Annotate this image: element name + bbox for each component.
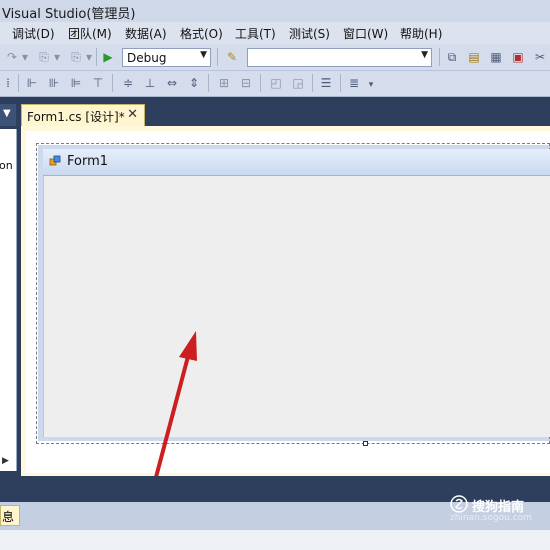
find-combo[interactable]: ▼	[247, 48, 432, 67]
solution-config-value: Debug	[127, 51, 167, 65]
solution-config-select[interactable]: Debug ▼	[122, 48, 211, 67]
layout-toolbar: ⁞ ⊩ ⊪ ⊫ ⊤ ≑ ⊥ ⇔ ⇕ ⊞ ⊟ ◰ ◲ ☰ ≣ ▾	[0, 71, 550, 97]
chevron-down-icon: ▼	[421, 50, 428, 60]
redo-icon[interactable]: ↷	[4, 49, 20, 65]
toolbox-header[interactable]: ▼	[0, 104, 16, 126]
scroll-right-icon[interactable]: ▶	[2, 456, 9, 466]
output-tab-label: 息	[2, 510, 15, 524]
toolbar-separator	[18, 74, 19, 92]
menu-help[interactable]: 帮助(H)	[400, 25, 442, 42]
menu-data[interactable]: 数据(A)	[125, 25, 167, 42]
align-rights-icon[interactable]: ⊫	[68, 75, 84, 91]
toolbar-separator	[208, 74, 209, 92]
chevron-down-icon: ▼	[200, 50, 207, 60]
align-centers-icon[interactable]: ⊪	[46, 75, 62, 91]
toolbar-options-icon[interactable]: ▾	[366, 77, 376, 93]
make-same-height-icon[interactable]: ⇕	[186, 75, 202, 91]
properties-icon[interactable]: ▤	[466, 49, 482, 65]
bring-to-front-icon[interactable]: ◰	[268, 75, 284, 91]
navigate-forward-icon[interactable]: ⎘	[68, 49, 84, 65]
toolbar-separator	[340, 74, 341, 92]
send-to-back-icon[interactable]: ◲	[290, 75, 306, 91]
extension-manager-icon[interactable]: ✂	[532, 49, 548, 65]
tab-form1-design[interactable]: Form1.cs [设计]* ✕	[21, 104, 145, 126]
close-icon[interactable]: ✕	[127, 107, 138, 122]
sogou-logo-icon	[450, 495, 468, 513]
toolbar-separator	[312, 74, 313, 92]
start-debugging-icon[interactable]: ▶	[100, 49, 116, 65]
toolbar-separator	[439, 48, 440, 66]
forward-dropdown-icon[interactable]: ▾	[84, 49, 94, 65]
navigate-back-icon[interactable]: ⎘	[36, 49, 52, 65]
toolbar-separator	[112, 74, 113, 92]
menu-format[interactable]: 格式(O)	[180, 25, 223, 42]
tab-label: Form1.cs [设计]*	[27, 110, 125, 124]
redo-dropdown-icon[interactable]: ▾	[20, 49, 30, 65]
toolbox-icon[interactable]: ▣	[510, 49, 526, 65]
center-vertically-icon[interactable]: ⊟	[238, 75, 254, 91]
status-bar	[0, 530, 550, 550]
navigate-dropdown-icon[interactable]: ▾	[52, 49, 62, 65]
chevron-down-icon: ▼	[3, 108, 11, 119]
form-icon	[49, 155, 61, 166]
toolbar-separator	[260, 74, 261, 92]
menu-test[interactable]: 测试(S)	[289, 25, 330, 42]
align-lefts-icon[interactable]: ⊩	[24, 75, 40, 91]
menu-window[interactable]: 窗口(W)	[343, 25, 388, 42]
form-title: Form1	[67, 154, 109, 169]
menu-bar: 调试(D) 团队(M) 数据(A) 格式(O) 工具(T) 测试(S) 窗口(W…	[0, 22, 550, 44]
tab-order-icon[interactable]: ☰	[318, 75, 334, 91]
menu-tools[interactable]: 工具(T)	[235, 25, 276, 42]
center-horizontally-icon[interactable]: ⊞	[216, 75, 232, 91]
align-middles-icon[interactable]: ≑	[120, 75, 136, 91]
find-in-files-icon[interactable]: ✎	[224, 49, 240, 65]
object-browser-icon[interactable]: ▦	[488, 49, 504, 65]
standard-toolbar: ↷ ▾ ⎘ ▾ ⎘ ▾ ▶ Debug ▼ ✎ ▼ ⧉ ▤ ▦ ▣ ✂	[0, 44, 550, 71]
toolbox-partial-label: on	[0, 159, 13, 172]
menu-team[interactable]: 团队(M)	[68, 25, 112, 42]
toolbar-separator	[217, 48, 218, 66]
align-bottoms-icon[interactable]: ⊥	[142, 75, 158, 91]
solution-explorer-icon[interactable]: ⧉	[444, 49, 460, 65]
resize-handle[interactable]	[363, 441, 368, 446]
make-same-width-icon[interactable]: ⇔	[164, 75, 180, 91]
align-tops-icon[interactable]: ⊤	[90, 75, 106, 91]
menu-debug[interactable]: 调试(D)	[12, 25, 55, 42]
form-client-area[interactable]	[43, 176, 550, 437]
form-caption-bar[interactable]: Form1	[43, 149, 550, 176]
tab-output[interactable]: 息	[0, 505, 20, 526]
align-to-grid-icon[interactable]: ⁞	[0, 75, 16, 91]
toolbox-panel[interactable]: on	[0, 129, 17, 471]
watermark: 搜狗指南 zhinan.sogou.com	[450, 495, 550, 525]
title-bar: Visual Studio(管理员)	[0, 0, 550, 22]
window-title: Visual Studio(管理员)	[2, 7, 136, 22]
toolbar-separator	[96, 48, 97, 66]
lock-controls-icon[interactable]: ≣	[346, 75, 362, 91]
watermark-url: zhinan.sogou.com	[450, 513, 532, 523]
